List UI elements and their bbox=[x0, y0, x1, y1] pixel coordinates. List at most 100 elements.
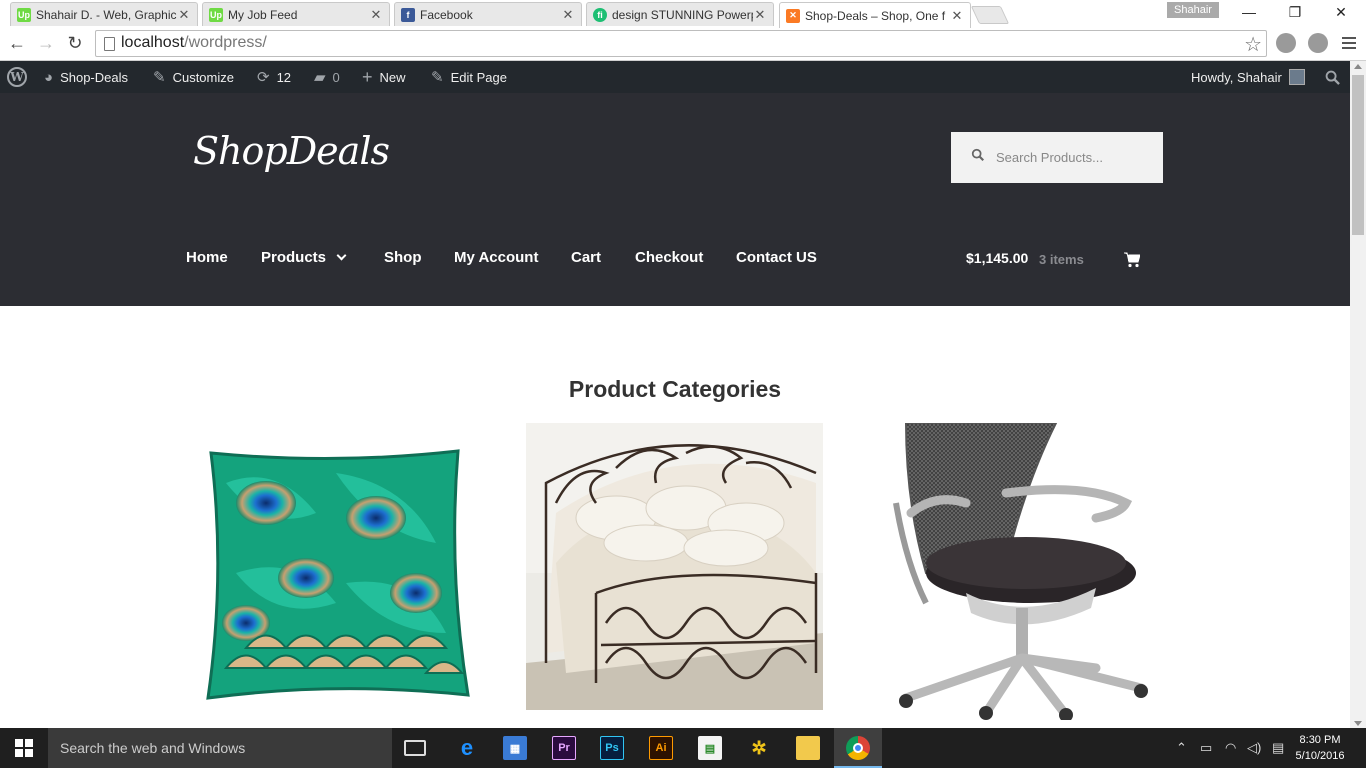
store-icon[interactable]: ▦ bbox=[503, 736, 527, 760]
extension-globe-icon[interactable] bbox=[1276, 33, 1296, 53]
tab-title: design STUNNING Powerp bbox=[612, 7, 753, 22]
plus-icon: + bbox=[362, 66, 373, 87]
edit-page-link[interactable]: ✎ Edit Page bbox=[431, 61, 507, 93]
category-card-bed[interactable] bbox=[526, 423, 823, 710]
close-icon[interactable]: ✕ bbox=[561, 7, 575, 23]
comment-icon: ▰ bbox=[314, 69, 326, 86]
chevron-down-icon bbox=[336, 250, 347, 261]
updates-link[interactable]: ⟳ 12 bbox=[257, 61, 291, 93]
product-search bbox=[951, 132, 1163, 183]
bookmark-star-icon[interactable]: ☆ bbox=[1244, 32, 1262, 57]
edit-page-label: Edit Page bbox=[450, 69, 507, 85]
close-window-button[interactable]: ✕ bbox=[1318, 0, 1364, 26]
browser-tab[interactable]: Up My Job Feed ✕ bbox=[202, 2, 390, 26]
nav-products-label: Products bbox=[261, 249, 327, 266]
page-scrollbar[interactable] bbox=[1350, 61, 1366, 729]
volume-icon[interactable]: ◁) bbox=[1247, 740, 1261, 756]
tray-chevron-icon[interactable]: ⌃ bbox=[1176, 740, 1187, 756]
file-explorer-icon[interactable] bbox=[796, 736, 820, 760]
edge-icon[interactable]: e bbox=[455, 735, 479, 760]
app-icon[interactable]: ✲ bbox=[747, 736, 771, 760]
site-name: Shop-Deals bbox=[60, 69, 128, 85]
battery-icon[interactable]: ▭ bbox=[1200, 740, 1212, 756]
customize-link[interactable]: ✎ Customize bbox=[153, 61, 234, 93]
close-icon[interactable]: ✕ bbox=[950, 8, 964, 24]
reload-button[interactable]: ↻ bbox=[64, 32, 86, 54]
comments-count: 0 bbox=[332, 69, 340, 85]
url-text[interactable]: localhost/wordpress/ bbox=[121, 34, 267, 52]
browser-tab[interactable]: Up Shahair D. - Web, Graphic ✕ bbox=[10, 2, 198, 26]
notifications-icon[interactable]: ▤ bbox=[1272, 740, 1284, 756]
tab-title: Facebook bbox=[420, 7, 473, 22]
tab-title: Shop-Deals – Shop, One f bbox=[805, 8, 946, 23]
nav-my-account[interactable]: My Account bbox=[454, 249, 538, 266]
comments-link[interactable]: ▰ 0 bbox=[314, 61, 340, 93]
url-bar[interactable]: localhost/wordpress/ ☆ bbox=[95, 30, 1267, 57]
fiverr-icon: fi bbox=[593, 7, 607, 22]
profile-button[interactable]: Shahair bbox=[1167, 2, 1219, 18]
back-button[interactable]: ← bbox=[6, 32, 28, 54]
premiere-icon[interactable]: Pr bbox=[552, 736, 576, 760]
wp-admin-bar: W ◕ Shop-Deals ✎ Customize ⟳ 12 ▰ 0 + Ne… bbox=[0, 61, 1350, 93]
new-tab-button[interactable] bbox=[970, 6, 1010, 24]
updates-icon: ⟳ bbox=[257, 69, 270, 86]
updates-count: 12 bbox=[276, 69, 292, 85]
clock-time: 8:30 PM bbox=[1299, 734, 1341, 746]
scroll-down-arrow-icon[interactable] bbox=[1354, 721, 1362, 726]
nav-home[interactable]: Home bbox=[186, 249, 228, 266]
search-input[interactable] bbox=[996, 146, 1156, 168]
forward-button[interactable]: → bbox=[35, 32, 57, 54]
clock-date: 5/10/2016 bbox=[1295, 750, 1345, 762]
close-icon[interactable]: ✕ bbox=[753, 7, 767, 23]
customize-label: Customize bbox=[172, 69, 234, 85]
close-icon[interactable]: ✕ bbox=[369, 7, 383, 23]
nav-shop[interactable]: Shop bbox=[384, 249, 422, 266]
nav-contact-us[interactable]: Contact US bbox=[736, 249, 817, 266]
chrome-icon[interactable] bbox=[846, 736, 870, 760]
my-account-menu[interactable]: Howdy, Shahair bbox=[1191, 61, 1305, 93]
nav-products[interactable]: Products bbox=[261, 249, 347, 266]
paintbrush-icon: ✎ bbox=[153, 69, 166, 86]
wifi-icon[interactable]: ◠ bbox=[1225, 740, 1236, 756]
wordpress-logo-menu[interactable]: W bbox=[7, 61, 27, 93]
scroll-up-arrow-icon[interactable] bbox=[1354, 64, 1362, 69]
cart-icon[interactable] bbox=[1124, 252, 1140, 268]
nav-cart[interactable]: Cart bbox=[571, 249, 601, 266]
category-card-chair[interactable] bbox=[866, 423, 1163, 720]
browser-tab[interactable]: f Facebook ✕ bbox=[394, 2, 582, 26]
cart-total[interactable]: $1,145.00 bbox=[966, 250, 1028, 266]
extension-icon[interactable] bbox=[1308, 33, 1328, 53]
browser-tab-strip: Up Shahair D. - Web, Graphic ✕ Up My Job… bbox=[0, 0, 1366, 28]
category-card-pillow[interactable] bbox=[186, 423, 483, 720]
address-toolbar: ← → ↻ localhost/wordpress/ ☆ bbox=[0, 28, 1366, 61]
page-icon bbox=[104, 37, 115, 51]
restore-button[interactable]: ❐ bbox=[1272, 0, 1318, 26]
facebook-icon: f bbox=[401, 7, 415, 22]
taskbar-search-box[interactable]: Search the web and Windows bbox=[48, 728, 392, 768]
minimize-button[interactable]: — bbox=[1226, 0, 1272, 26]
howdy-label: Howdy, Shahair bbox=[1191, 69, 1282, 85]
avatar bbox=[1288, 69, 1305, 85]
upwork-icon: Up bbox=[17, 7, 31, 22]
cart-item-count[interactable]: 3 items bbox=[1039, 252, 1084, 267]
search-icon bbox=[971, 148, 985, 162]
illustrator-icon[interactable]: Ai bbox=[649, 736, 673, 760]
start-button[interactable] bbox=[0, 728, 48, 768]
close-icon[interactable]: ✕ bbox=[177, 7, 191, 23]
site-header: ShopDeals Home Products Shop My Account … bbox=[0, 93, 1350, 306]
task-view-icon[interactable] bbox=[404, 740, 426, 756]
new-content-menu[interactable]: + New bbox=[362, 61, 406, 93]
browser-tab[interactable]: fi design STUNNING Powerp ✕ bbox=[586, 2, 774, 26]
dashboard-icon: ◕ bbox=[44, 68, 54, 86]
site-name-menu[interactable]: ◕ Shop-Deals bbox=[44, 61, 128, 93]
nav-checkout[interactable]: Checkout bbox=[635, 249, 703, 266]
chrome-menu-icon[interactable] bbox=[1342, 34, 1356, 52]
browser-tab-active[interactable]: ✕ Shop-Deals – Shop, One f ✕ bbox=[779, 2, 971, 28]
new-label: New bbox=[379, 69, 406, 85]
site-logo[interactable]: ShopDeals bbox=[193, 129, 390, 173]
clock[interactable]: 8:30 PM 5/10/2016 bbox=[1290, 732, 1350, 764]
spreadsheet-icon[interactable]: ▤ bbox=[698, 736, 722, 760]
photoshop-icon[interactable]: Ps bbox=[600, 736, 624, 760]
scrollbar-thumb[interactable] bbox=[1352, 75, 1364, 235]
admin-search-icon[interactable] bbox=[1325, 61, 1340, 93]
